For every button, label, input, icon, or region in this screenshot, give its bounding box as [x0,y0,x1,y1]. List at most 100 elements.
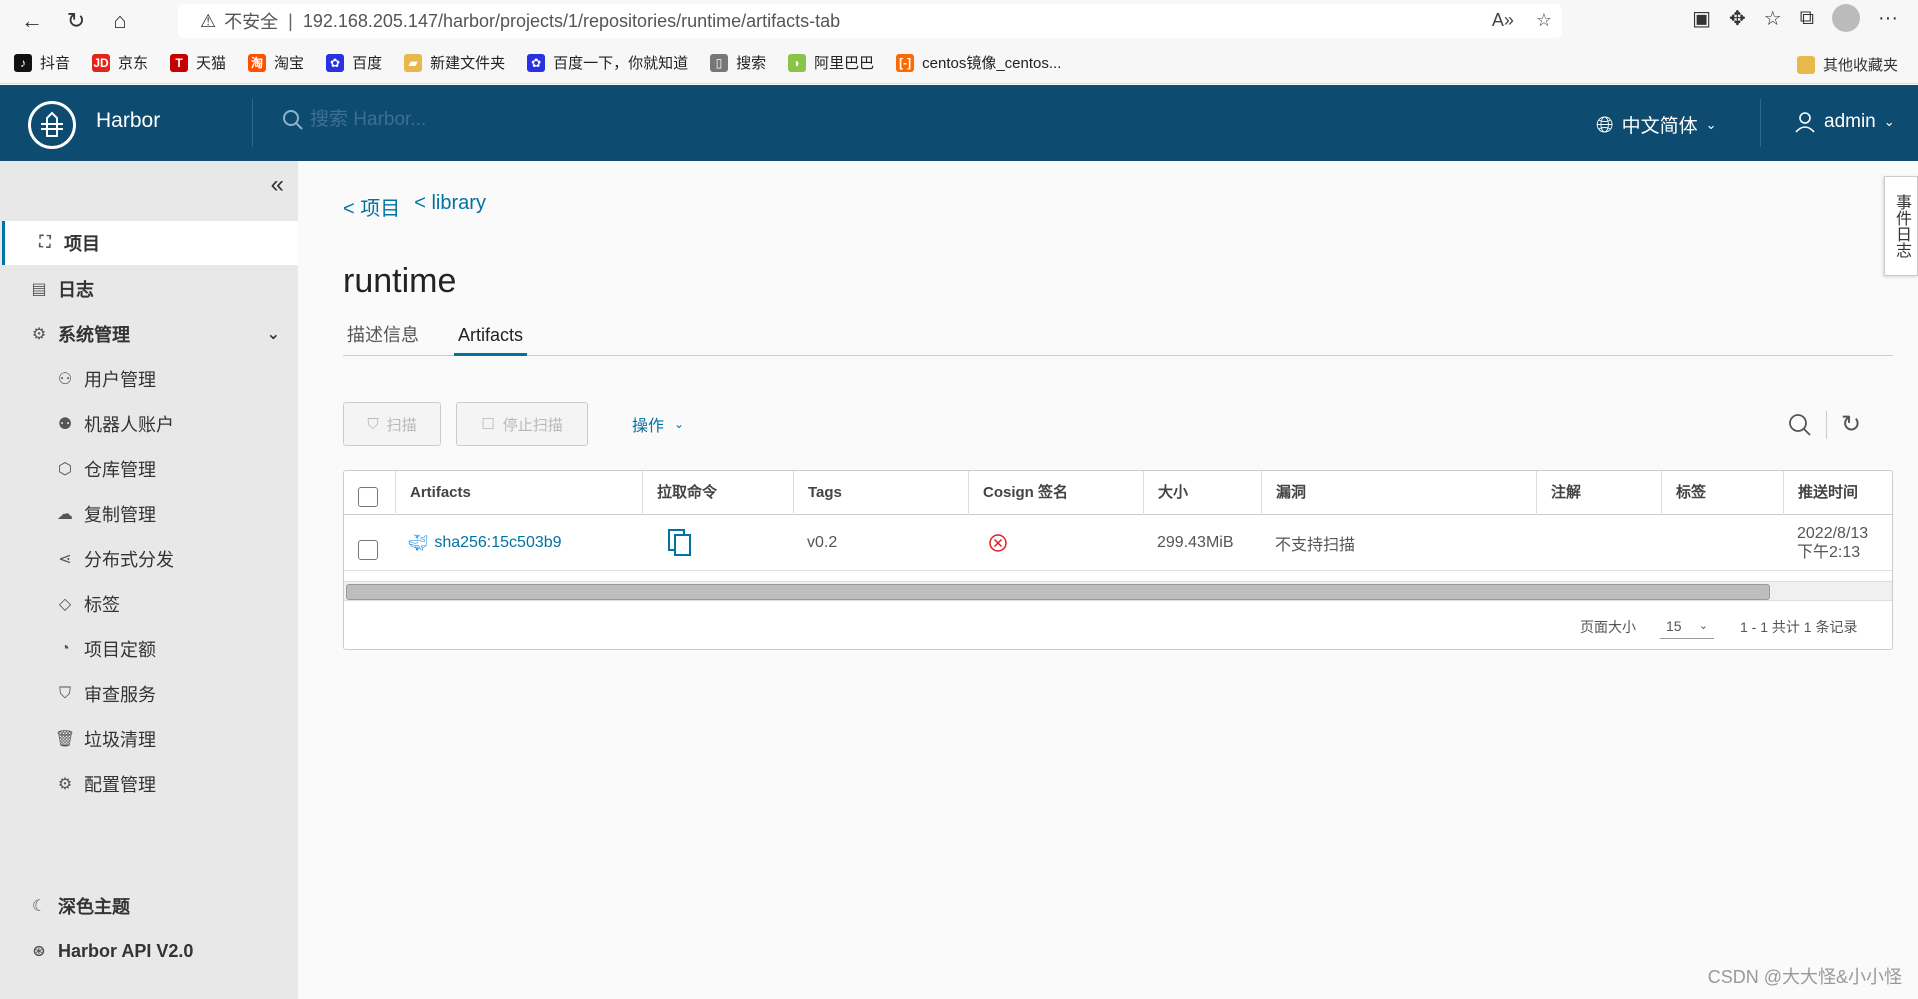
back-icon[interactable]: ← [10,3,54,39]
collapse-sidebar-icon[interactable]: « [271,171,284,199]
more-icon[interactable]: ··· [1878,7,1898,30]
push-time: 下午2:13 [1797,544,1861,561]
row-checkbox[interactable] [358,540,378,560]
api-link[interactable]: ⊛ Harbor API V2.0 [0,929,298,973]
warning-icon: ⚠ [200,10,217,31]
search-input[interactable] [310,109,610,131]
column-header[interactable]: 推送时间 [1783,471,1891,515]
address-bar[interactable]: ⚠ 不安全 | 192.168.205.147/harbor/projects/… [178,4,1562,38]
horizontal-scrollbar[interactable] [344,581,1892,601]
globe-icon: 🌐︎ [1596,111,1614,137]
bookmark-item[interactable]: ✿ 百度 [326,52,382,73]
column-header[interactable]: Cosign 签名 [968,471,1143,515]
refresh-icon[interactable]: ↻ [1841,410,1861,439]
sidebar-item-label: 垃圾清理 [84,730,156,750]
sidebar-item-quotas[interactable]: ◔ 项目定额 [0,627,298,671]
bookmark-icon: JD [92,53,111,72]
copy-icon[interactable] [668,529,692,557]
tab-info[interactable]: 描述信息 [347,320,419,356]
sidebar-item-label: 分布式分发 [84,550,174,570]
harbor-logo-icon[interactable] [28,101,76,149]
bookmark-item[interactable]: T 天猫 [170,52,226,73]
artifact-cell: 🐳︎ sha256:15c503b9 [394,515,639,571]
tab-artifacts[interactable]: Artifacts [454,320,528,356]
column-header[interactable]: 注解 [1536,471,1661,515]
global-search [282,109,610,131]
user-menu[interactable]: admin ⌄ [1794,111,1895,133]
sidebar-item-projects[interactable]: ⛶ 项目 [2,221,298,265]
api-label: Harbor API V2.0 [58,940,194,961]
user-icon [1795,112,1815,133]
header-divider [1760,99,1761,147]
other-bookmarks-label: 其他收藏夹 [1822,57,1898,74]
sidebar-item-replication[interactable]: ☁ 复制管理 [0,492,298,536]
column-header[interactable]: 漏洞 [1261,471,1536,515]
users-icon: ⚇ [57,371,73,388]
bookmark-label: 百度一下，你就知道 [553,55,689,72]
bookmark-item[interactable]: ◗ 阿里巴巴 [788,52,874,73]
shield-icon: ⛉ [58,685,71,702]
sidebar-item-labels[interactable]: ◇ 标签 [0,582,298,626]
extension-icon[interactable]: ▣ [1692,6,1711,31]
bookmark-icon: ◗ [788,53,807,72]
bookmark-item[interactable]: ♪ 抖音 [14,52,70,73]
bookmark-item[interactable]: 淘淘宝 [248,52,304,73]
stop-icon: ☐ [481,416,495,433]
column-header[interactable]: 大小 [1143,471,1261,515]
sidebar-item-label: 配置管理 [84,775,156,795]
language-selector[interactable]: 🌐︎ 中文简体 ⌄ [1596,111,1717,138]
page-size-select[interactable]: 15 ⌄ [1660,613,1714,639]
sidebar-item-gc[interactable]: 🗑︎ 垃圾清理 [0,717,298,761]
bookmark-item[interactable]: ▰ 新建文件夹 [404,52,505,73]
column-header[interactable]: Artifacts [395,471,585,515]
bookmark-item[interactable]: [-] centos镜像_centos... [896,52,1061,73]
brand-name[interactable]: Harbor [96,109,160,133]
collections-icon[interactable]: ⧉ [1800,7,1814,30]
column-header[interactable]: 拉取命令 [642,471,792,515]
sidebar-item-users[interactable]: ⚇ 用户管理 [0,357,298,401]
dark-theme-toggle[interactable]: ☾ 深色主题 [0,884,298,928]
sidebar-item-distribution[interactable]: ⋖ 分布式分发 [0,537,298,581]
search-icon [283,110,303,130]
favorites-icon[interactable]: ☆ [1764,6,1782,31]
sidebar-item-robots[interactable]: ⚉ 机器人账户 [0,402,298,446]
url-text[interactable]: 192.168.205.147/harbor/projects/1/reposi… [303,11,840,32]
other-bookmarks-folder[interactable]: 其他收藏夹 [1796,54,1898,75]
search-icon[interactable] [1788,413,1812,437]
scrollbar-thumb[interactable] [346,584,1770,600]
bookmark-label: 天猫 [196,55,227,72]
select-all-checkbox[interactable] [358,487,378,507]
bookmark-icon: ▯ [710,53,729,72]
breadcrumb-projects[interactable]: < 项目 [343,192,400,221]
actions-dropdown[interactable]: 操作 ⌄ [632,412,684,436]
artifact-digest-link[interactable]: sha256:15c503b9 [434,534,561,552]
home-icon[interactable]: ⌂ [98,3,142,39]
column-header[interactable]: 标签 [1661,471,1783,515]
bookmark-item[interactable]: ▯ 搜索 [710,52,766,73]
profile-avatar[interactable] [1832,4,1861,32]
scan-label: 扫描 [386,416,417,434]
chevron-down-icon: ⌄ [1705,116,1717,132]
event-log-tab[interactable]: 事件日志 [1884,176,1918,276]
sidebar-item-label: 日志 [58,280,94,300]
bookmark-item[interactable]: ✿ 百度一下，你就知道 [527,52,688,73]
stop-scan-button[interactable]: ☐ 停止扫描 [456,402,588,446]
sidebar-item-config[interactable]: ⚙ 配置管理 [0,762,298,806]
share-icon: ⋖ [58,551,72,568]
actions-label: 操作 [632,418,665,435]
breadcrumb-library[interactable]: < library [414,192,486,221]
sidebar-item-admin[interactable]: ⚙ 系统管理 ⌄ [0,312,298,356]
chevron-down-icon[interactable]: ⌄ [267,324,280,344]
read-aloud-icon[interactable]: A» [1492,10,1514,31]
bookmark-item[interactable]: JD 京东 [92,52,148,73]
refresh-icon[interactable]: ↻ [54,3,98,39]
sidebar-item-registries[interactable]: ⬡ 仓库管理 [0,447,298,491]
favorite-add-icon[interactable]: ☆ [1536,10,1552,31]
puzzle-icon[interactable]: ✥ [1729,6,1746,31]
column-header[interactable]: Tags [793,471,968,515]
scan-button[interactable]: ⛉ 扫描 [343,402,441,446]
sidebar-item-logs[interactable]: ▤ 日志 [0,267,298,311]
sidebar-item-interrogation[interactable]: ⛉ 审查服务 [0,672,298,716]
trash-icon: 🗑︎ [54,731,76,748]
chevron-down-icon: ⌄ [674,417,685,431]
